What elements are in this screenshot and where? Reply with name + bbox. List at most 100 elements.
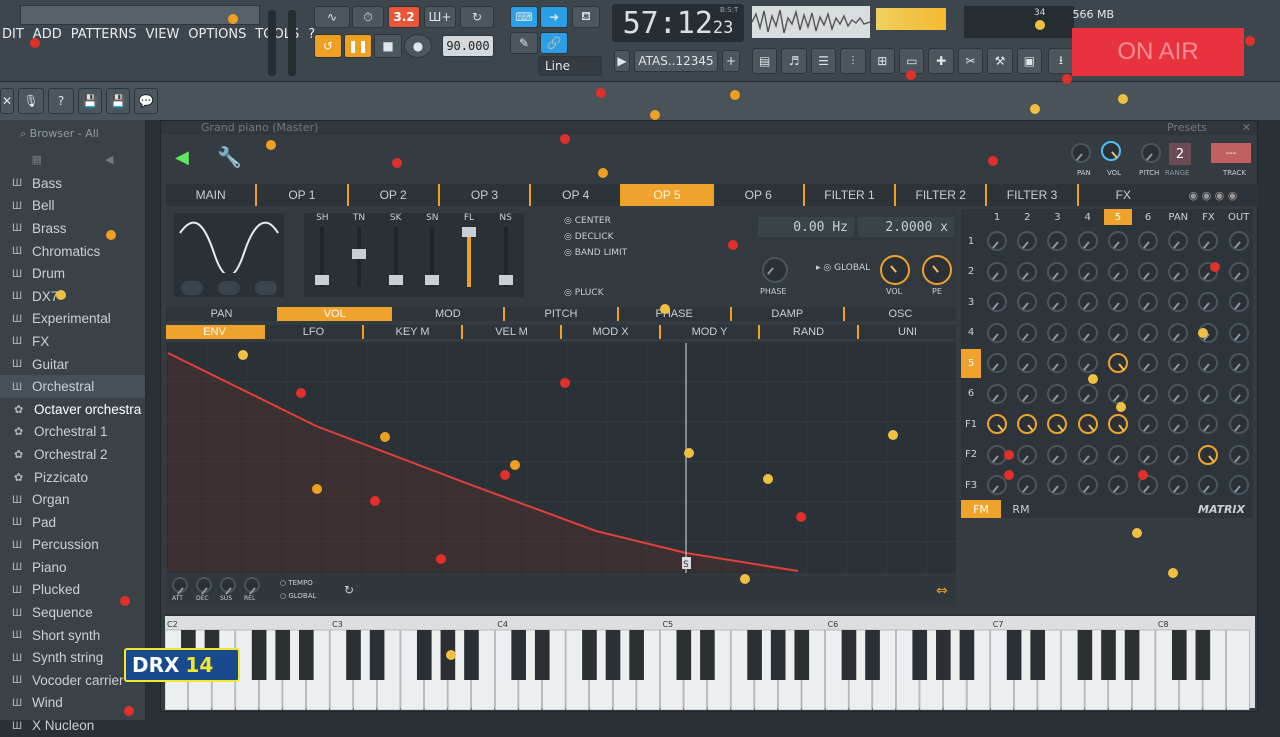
matrix-knob[interactable] — [1198, 444, 1219, 465]
wave-shape-icon[interactable] — [217, 281, 240, 295]
black-key[interactable] — [1030, 630, 1046, 680]
subtab-rand[interactable]: RAND — [760, 325, 859, 339]
subtab-uni[interactable]: UNI — [859, 325, 956, 339]
matrix-knob[interactable] — [1168, 383, 1189, 404]
fader-track[interactable] — [425, 227, 440, 287]
matrix-knob[interactable] — [1138, 353, 1158, 373]
matrix-knob[interactable] — [1138, 322, 1158, 343]
global-toggle[interactable]: ▸ ◎ GLOBAL — [816, 263, 870, 273]
wave-shape-icon[interactable] — [181, 281, 204, 295]
frequency-field[interactable]: 0.00 Hz — [758, 217, 854, 237]
browser-folder-item[interactable]: Ш Organ — [0, 488, 145, 511]
piano-roll-icon[interactable]: ♬ — [781, 48, 807, 74]
tab-op-3[interactable]: OP 3 — [440, 184, 532, 206]
matrix-mode-fm[interactable]: FM — [961, 500, 1001, 518]
folder-icon[interactable]: ▦ — [32, 153, 42, 166]
op-vol-knob[interactable] — [880, 255, 910, 285]
fader-handle[interactable] — [388, 275, 403, 285]
black-key[interactable] — [534, 630, 550, 680]
matrix-knob[interactable] — [987, 475, 1007, 495]
reset-icon[interactable]: ↻ — [344, 583, 354, 597]
matrix-knob[interactable] — [1198, 231, 1219, 251]
browser-folder-item[interactable]: Ш Guitar — [0, 353, 145, 376]
typing-keyboard-button[interactable]: ⌨ — [510, 6, 538, 28]
menu-edit[interactable]: DIT — [2, 27, 24, 47]
browser-folder-item[interactable]: Ш Experimental — [0, 308, 145, 331]
black-key[interactable] — [1077, 630, 1093, 680]
recording-filter-button[interactable]: ✎ — [510, 32, 538, 54]
matrix-knob[interactable] — [1198, 383, 1219, 404]
matrix-knob[interactable] — [1077, 475, 1098, 495]
master-volume-slider[interactable] — [268, 10, 276, 76]
env-att-knob[interactable]: ATT — [170, 577, 190, 605]
matrix-knob[interactable] — [987, 261, 1007, 282]
matrix-knob[interactable] — [1168, 475, 1189, 495]
black-key[interactable] — [794, 630, 810, 680]
black-key[interactable] — [582, 630, 597, 680]
env-option-tempo[interactable]: ○ TEMPO — [280, 577, 316, 590]
menu-add[interactable]: ADD — [33, 27, 62, 47]
menu-options[interactable]: OPTIONS — [188, 27, 246, 47]
subtab-lfo[interactable]: LFO — [265, 325, 364, 339]
chat-icon[interactable]: 💬 — [134, 88, 158, 114]
link-arrow-icon[interactable]: ⇔ — [936, 583, 948, 599]
fader-tn[interactable]: TN — [344, 213, 374, 297]
matrix-knob[interactable] — [1107, 353, 1128, 373]
fader-track[interactable] — [351, 227, 366, 287]
pattern-selector[interactable]: ATAS..12345 — [634, 50, 718, 72]
speaker-icon[interactable]: ◀ — [105, 153, 113, 166]
env-sus-knob[interactable]: SUS — [218, 577, 238, 605]
fader-ns[interactable]: NS — [491, 213, 521, 297]
tools-icon[interactable]: ✂ — [957, 48, 984, 74]
countdown-button[interactable]: ⛾ — [572, 6, 600, 28]
browser-folder-item[interactable]: Ш Short synth — [0, 624, 145, 647]
fader-fl[interactable]: FL — [454, 213, 484, 297]
project-icon[interactable]: ▣ — [1016, 48, 1043, 74]
matrix-knob[interactable] — [1168, 231, 1189, 251]
matrix-knob[interactable] — [987, 414, 1007, 434]
pitch-knob[interactable] — [1141, 143, 1161, 163]
browser-folder-item[interactable]: Ш Wind — [0, 692, 145, 715]
black-key[interactable] — [912, 630, 928, 680]
matrix-knob[interactable] — [1198, 353, 1219, 373]
blend-notes-button[interactable]: ➜ — [540, 6, 568, 28]
matrix-knob[interactable] — [1077, 444, 1098, 465]
black-key[interactable] — [1171, 630, 1187, 680]
knob-dial[interactable] — [220, 577, 236, 593]
black-key[interactable] — [299, 630, 314, 680]
fader-handle[interactable] — [498, 275, 513, 285]
search-icon[interactable]: ⌕ — [20, 127, 30, 140]
matrix-knob[interactable] — [987, 231, 1007, 251]
black-key[interactable] — [676, 630, 692, 680]
matrix-knob[interactable] — [1138, 292, 1158, 312]
close-icon[interactable]: ✕ — [0, 88, 14, 114]
matrix-knob[interactable] — [1228, 383, 1249, 404]
browser-folder-item[interactable]: Ш Bell — [0, 195, 145, 218]
matrix-knob[interactable] — [1138, 414, 1158, 434]
white-key[interactable] — [1226, 629, 1250, 711]
tab-main[interactable]: MAIN — [166, 184, 258, 206]
browser-folder-item[interactable]: Ш Bass — [0, 172, 145, 195]
playlist-icon[interactable]: ▤ — [752, 48, 778, 74]
matrix-knob[interactable] — [1168, 261, 1189, 282]
env-dec-knob[interactable]: DEC — [194, 577, 214, 605]
browser-folder-item[interactable]: Ш Pad — [0, 511, 145, 534]
fader-handle[interactable] — [315, 275, 330, 285]
browser-folder-item[interactable]: Ш Brass — [0, 217, 145, 240]
matrix-knob[interactable] — [1138, 383, 1158, 404]
subtab-mod-x[interactable]: MOD X — [562, 325, 661, 339]
matrix-knob[interactable] — [987, 322, 1007, 343]
matrix-knob[interactable] — [1138, 231, 1158, 251]
matrix-knob[interactable] — [1107, 475, 1128, 495]
tab-fx[interactable]: FX — [1079, 184, 1168, 206]
speaker-active-icon[interactable]: ◀ — [175, 147, 197, 169]
black-key[interactable] — [936, 630, 951, 680]
matrix-knob[interactable] — [1107, 261, 1128, 282]
matrix-knob[interactable] — [1198, 261, 1219, 282]
matrix-knob[interactable] — [1168, 444, 1189, 465]
black-key[interactable] — [865, 630, 880, 680]
matrix-knob[interactable] — [1228, 261, 1249, 282]
download-button[interactable]: ⭳ — [1048, 48, 1074, 74]
browser-folder-item[interactable]: Ш Percussion — [0, 534, 145, 557]
vol-knob[interactable] — [1101, 141, 1121, 161]
